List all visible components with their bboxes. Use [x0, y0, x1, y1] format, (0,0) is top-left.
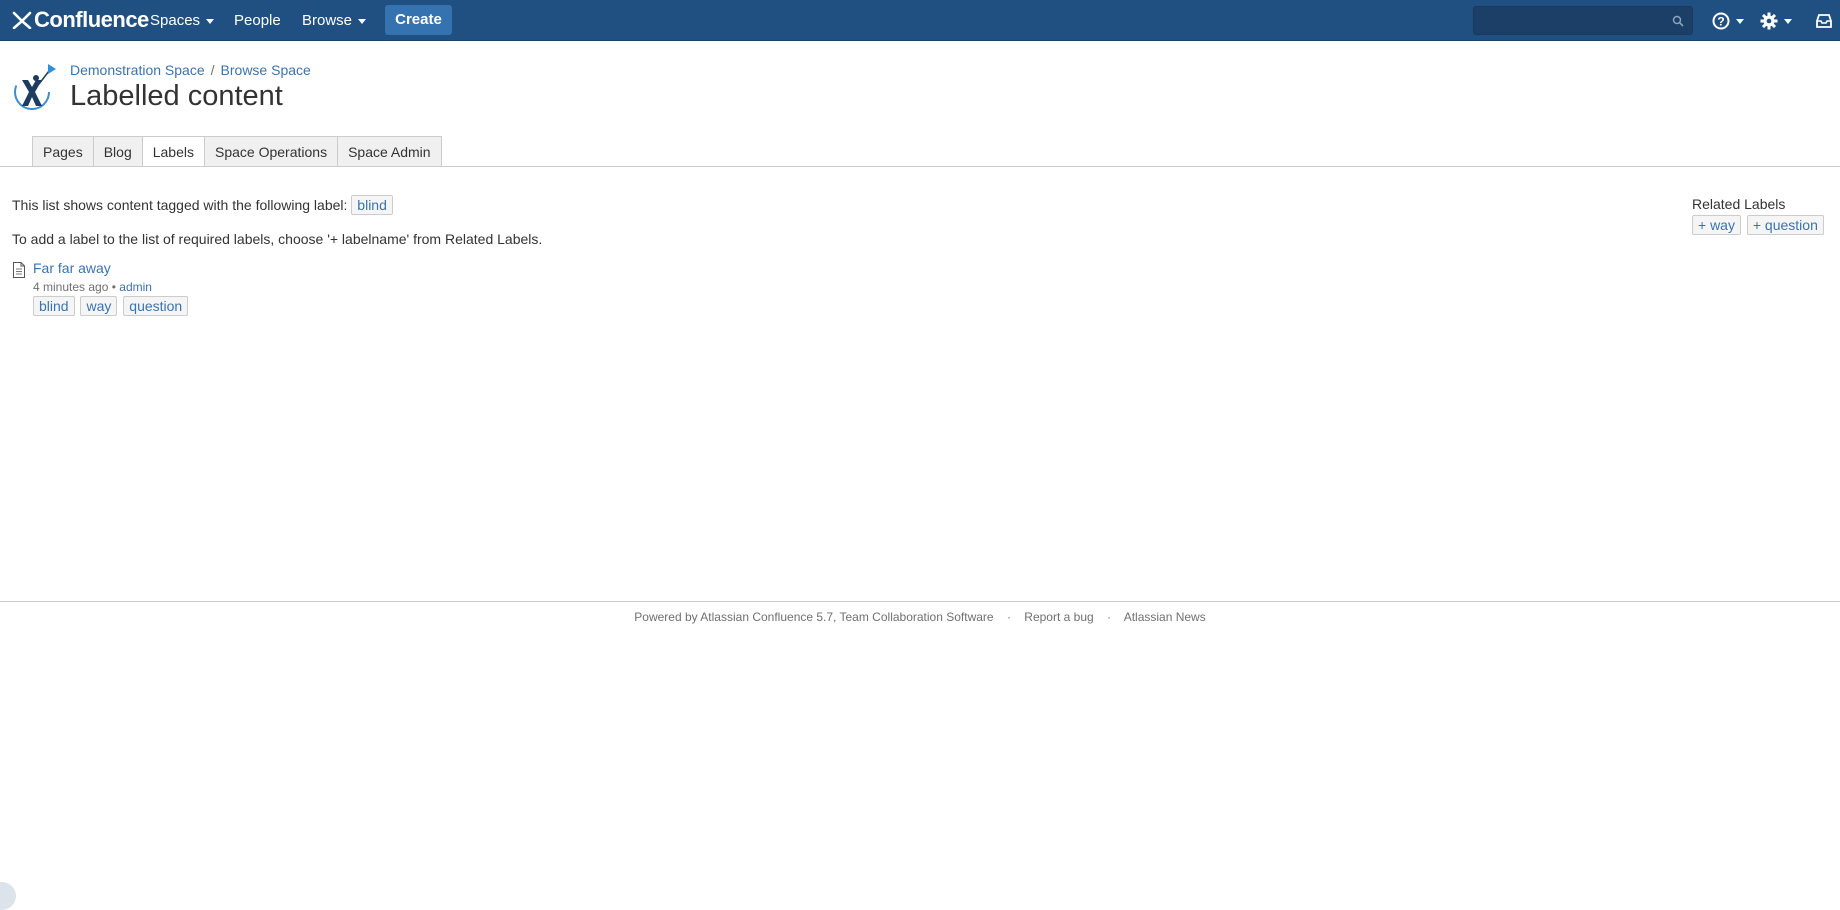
top-navigation-bar: Confluence Spaces People Browse Create ?	[0, 0, 1840, 41]
chevron-down-icon	[206, 18, 215, 24]
page-document-icon	[13, 262, 25, 278]
tab-space-admin[interactable]: Space Admin	[337, 136, 442, 167]
nav-browse-menu[interactable]: Browse	[302, 0, 367, 41]
label-blind[interactable]: blind	[33, 296, 75, 316]
brand-name: Confluence	[34, 7, 149, 32]
tab-space-operations[interactable]: Space Operations	[204, 136, 339, 167]
notifications-button[interactable]	[1815, 10, 1833, 32]
intro-message: This list shows content tagged with the …	[12, 197, 348, 213]
confluence-logo-icon	[12, 11, 32, 29]
search-input[interactable]	[1474, 7, 1664, 34]
tab-blog[interactable]: Blog	[92, 136, 143, 167]
help-icon: ?	[1712, 12, 1730, 30]
breadcrumb-browse-space[interactable]: Browse Space	[221, 62, 311, 78]
space-logo-icon[interactable]	[12, 62, 58, 112]
nav-people-link[interactable]: People	[234, 0, 281, 41]
nav-people-label: People	[234, 12, 281, 29]
notifications-icon	[1816, 14, 1832, 28]
feedback-widget[interactable]	[0, 882, 16, 910]
result-author-link[interactable]: admin	[119, 280, 152, 294]
intro-text: This list shows content tagged with the …	[12, 195, 393, 215]
label-question[interactable]: question	[123, 296, 189, 316]
settings-menu[interactable]	[1760, 10, 1792, 32]
breadcrumb-separator: /	[210, 62, 215, 78]
chevron-down-icon	[1784, 18, 1792, 24]
settings-icon	[1760, 12, 1778, 30]
meta-separator: •	[111, 280, 116, 294]
current-label-blind[interactable]: blind	[351, 195, 393, 215]
footer-report-bug-link[interactable]: Report a bug	[1024, 610, 1093, 624]
help-menu[interactable]: ?	[1712, 10, 1744, 32]
space-tabs: Pages Blog Labels Space Operations Space…	[32, 136, 442, 167]
result-title-link[interactable]: Far far away	[33, 260, 111, 276]
related-labels-heading: Related Labels	[1692, 196, 1786, 212]
footer-divider	[0, 601, 1840, 602]
footer-powered-by-link[interactable]: Powered by Atlassian Confluence 5.7, Tea…	[634, 610, 993, 624]
label-way[interactable]: way	[80, 296, 118, 316]
search-box	[1473, 6, 1693, 35]
tab-labels[interactable]: Labels	[141, 136, 205, 167]
confluence-logo[interactable]: Confluence	[12, 7, 149, 33]
create-button[interactable]: Create	[385, 5, 452, 35]
nav-browse-label: Browse	[302, 12, 353, 29]
result-meta: 4 minutes ago • admin	[33, 280, 152, 294]
related-labels: Related Labels + way + question	[1692, 196, 1826, 235]
svg-text:?: ?	[1717, 15, 1724, 29]
related-label-question[interactable]: + question	[1746, 215, 1824, 235]
footer-news-link[interactable]: Atlassian News	[1124, 610, 1206, 624]
result-labels: blind way question	[33, 296, 190, 316]
tab-pages[interactable]: Pages	[32, 136, 94, 167]
result-time: 4 minutes ago	[33, 280, 109, 294]
search-icon[interactable]	[1672, 15, 1684, 27]
breadcrumb: Demonstration Space / Browse Space	[70, 62, 311, 78]
chevron-down-icon	[1736, 18, 1744, 24]
footer-separator: ·	[1006, 610, 1011, 624]
hint-text: To add a label to the list of required l…	[12, 231, 543, 247]
footer-separator: ·	[1107, 610, 1112, 624]
footer: Powered by Atlassian Confluence 5.7, Tea…	[0, 610, 1840, 624]
breadcrumb-demonstration-space[interactable]: Demonstration Space	[70, 62, 205, 78]
related-label-way[interactable]: + way	[1692, 215, 1741, 235]
tabs-divider	[0, 166, 1840, 167]
nav-spaces-menu[interactable]: Spaces	[150, 0, 215, 41]
chevron-down-icon	[358, 18, 367, 24]
nav-spaces-label: Spaces	[150, 12, 201, 29]
page-title: Labelled content	[70, 80, 283, 112]
